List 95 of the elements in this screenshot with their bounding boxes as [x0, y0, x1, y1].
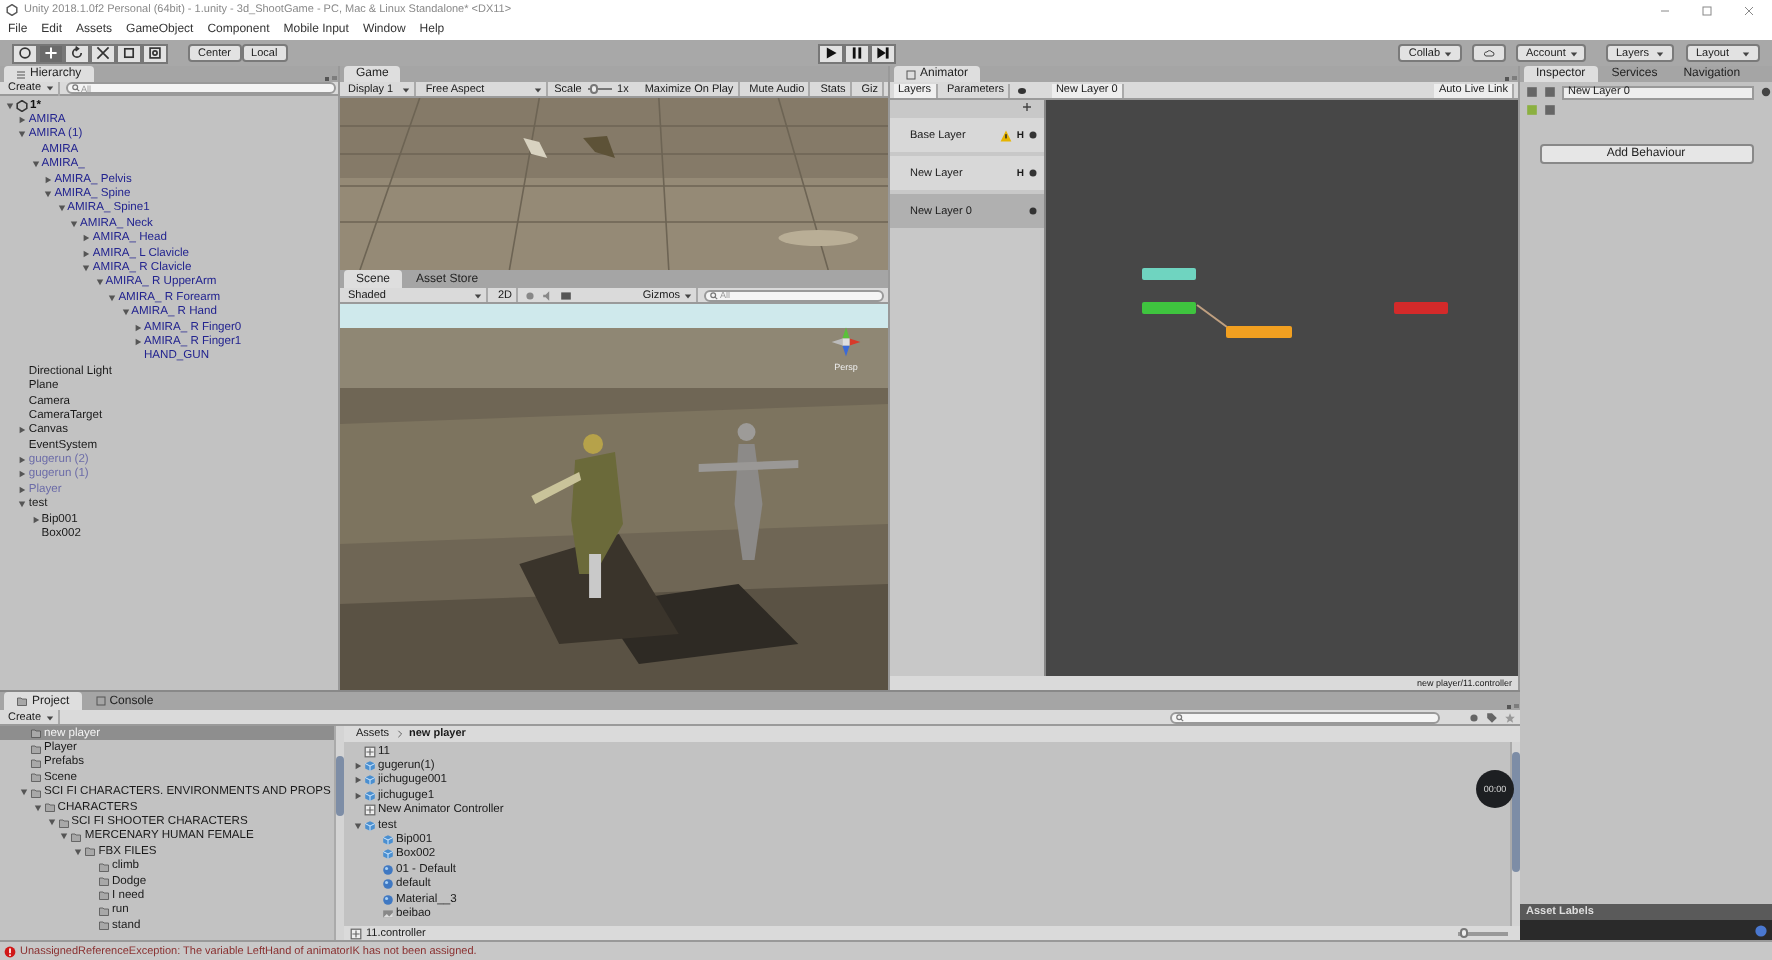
filter-type-icon[interactable] — [1468, 711, 1480, 723]
disclosure-triangle-icon[interactable] — [354, 791, 362, 800]
maximize-icon[interactable] — [1702, 5, 1712, 15]
search-icon — [71, 84, 80, 92]
image-icon[interactable] — [560, 289, 573, 301]
disclosure-triangle-icon[interactable] — [18, 500, 27, 509]
image-icon — [382, 907, 394, 920]
disclosure-triangle-icon[interactable] — [354, 776, 362, 785]
disclosure-triangle-icon[interactable] — [47, 818, 56, 827]
gear-icon[interactable] — [1760, 86, 1772, 98]
disclosure-triangle-icon[interactable] — [18, 485, 27, 494]
playback-button[interactable] — [817, 43, 844, 63]
disclosure-triangle-icon[interactable] — [82, 263, 91, 272]
caret-icon — [1569, 49, 1578, 57]
disclosure-triangle-icon[interactable] — [134, 337, 142, 346]
tag-icon[interactable] — [1754, 923, 1768, 937]
disclosure-triangle-icon[interactable] — [95, 278, 104, 287]
scrollbar[interactable] — [334, 726, 344, 940]
search-icon — [1176, 713, 1184, 721]
cloud-button[interactable] — [1472, 44, 1506, 62]
disclosure-triangle-icon[interactable] — [60, 832, 69, 841]
tool-button[interactable] — [64, 43, 90, 63]
axis-gizmo-icon[interactable] — [828, 324, 864, 360]
close-icon[interactable] — [1744, 5, 1754, 15]
pause-icon — [849, 46, 864, 60]
transform-icon — [148, 46, 162, 60]
panel-menu-icon — [1504, 74, 1518, 82]
state-node[interactable] — [1226, 326, 1292, 338]
console-icon — [95, 696, 106, 706]
list-icon — [16, 69, 26, 79]
disclosure-triangle-icon[interactable] — [82, 249, 91, 258]
tool-button[interactable] — [38, 43, 64, 63]
cloud-icon — [1482, 48, 1496, 58]
gear-icon[interactable] — [1028, 206, 1038, 217]
slider-thumb[interactable] — [590, 84, 599, 94]
disclosure-triangle-icon[interactable] — [18, 130, 27, 139]
state-node[interactable] — [1394, 302, 1448, 314]
play-icon — [823, 46, 838, 60]
unity-logo-icon — [6, 4, 18, 16]
caret-icon — [1656, 49, 1664, 57]
animator-controller-icon — [364, 745, 376, 758]
state-node[interactable] — [1142, 268, 1196, 280]
unity-logo-icon — [16, 99, 28, 112]
state-node[interactable] — [1142, 302, 1196, 314]
grid-icon — [906, 69, 916, 79]
animator-controller-icon — [350, 927, 362, 939]
disclosure-triangle-icon[interactable] — [20, 788, 28, 797]
tool-button[interactable] — [90, 43, 116, 63]
disclosure-triangle-icon[interactable] — [70, 219, 78, 228]
disclosure-triangle-icon[interactable] — [134, 323, 142, 332]
error-icon — [4, 945, 16, 957]
disclosure-triangle-icon[interactable] — [33, 803, 42, 812]
eye-icon[interactable] — [1015, 85, 1028, 95]
disclosure-triangle-icon[interactable] — [121, 308, 130, 317]
disclosure-triangle-icon[interactable] — [18, 116, 27, 125]
slider-thumb[interactable] — [1460, 927, 1469, 937]
disclosure-triangle-icon[interactable] — [74, 847, 83, 856]
rect-tool-icon — [122, 46, 136, 60]
disclosure-triangle-icon[interactable] — [6, 101, 14, 110]
panel-menu-icon — [1506, 702, 1520, 710]
disclosure-triangle-icon[interactable] — [354, 762, 362, 771]
folder-icon — [16, 696, 28, 706]
caret-icon — [1742, 49, 1750, 57]
cube-icon — [364, 819, 376, 832]
disclosure-triangle-icon[interactable] — [57, 204, 66, 213]
search-icon — [710, 291, 718, 299]
tool-button[interactable] — [12, 43, 38, 63]
disclosure-triangle-icon[interactable] — [18, 470, 27, 479]
scale-icon — [96, 46, 110, 60]
animator-controller-icon — [364, 804, 376, 817]
plus-icon[interactable] — [1022, 102, 1032, 113]
playback-button[interactable] — [869, 43, 896, 63]
rotate-icon — [70, 46, 84, 60]
caret-icon — [1444, 49, 1452, 57]
gear-icon[interactable] — [1028, 168, 1038, 179]
sun-icon[interactable] — [524, 289, 537, 301]
tool-button[interactable] — [116, 43, 142, 63]
disclosure-triangle-icon[interactable] — [18, 456, 27, 465]
playback-button[interactable] — [843, 43, 870, 63]
step-icon — [875, 46, 890, 60]
search-field[interactable] — [1170, 711, 1440, 723]
gear-icon[interactable] — [1028, 130, 1038, 141]
tool-button[interactable] — [142, 43, 168, 63]
disclosure-triangle-icon[interactable] — [82, 234, 91, 243]
hand-icon — [18, 46, 32, 60]
star-icon[interactable] — [1504, 711, 1516, 723]
disclosure-triangle-icon[interactable] — [354, 821, 362, 830]
move-icon — [44, 46, 58, 60]
disclosure-triangle-icon[interactable] — [44, 190, 53, 199]
disclosure-triangle-icon[interactable] — [31, 160, 40, 169]
disclosure-triangle-icon[interactable] — [44, 175, 53, 184]
disclosure-triangle-icon[interactable] — [108, 293, 117, 302]
panel-menu-icon — [324, 74, 338, 82]
disclosure-triangle-icon[interactable] — [31, 515, 40, 524]
disclosure-triangle-icon[interactable] — [18, 426, 27, 435]
